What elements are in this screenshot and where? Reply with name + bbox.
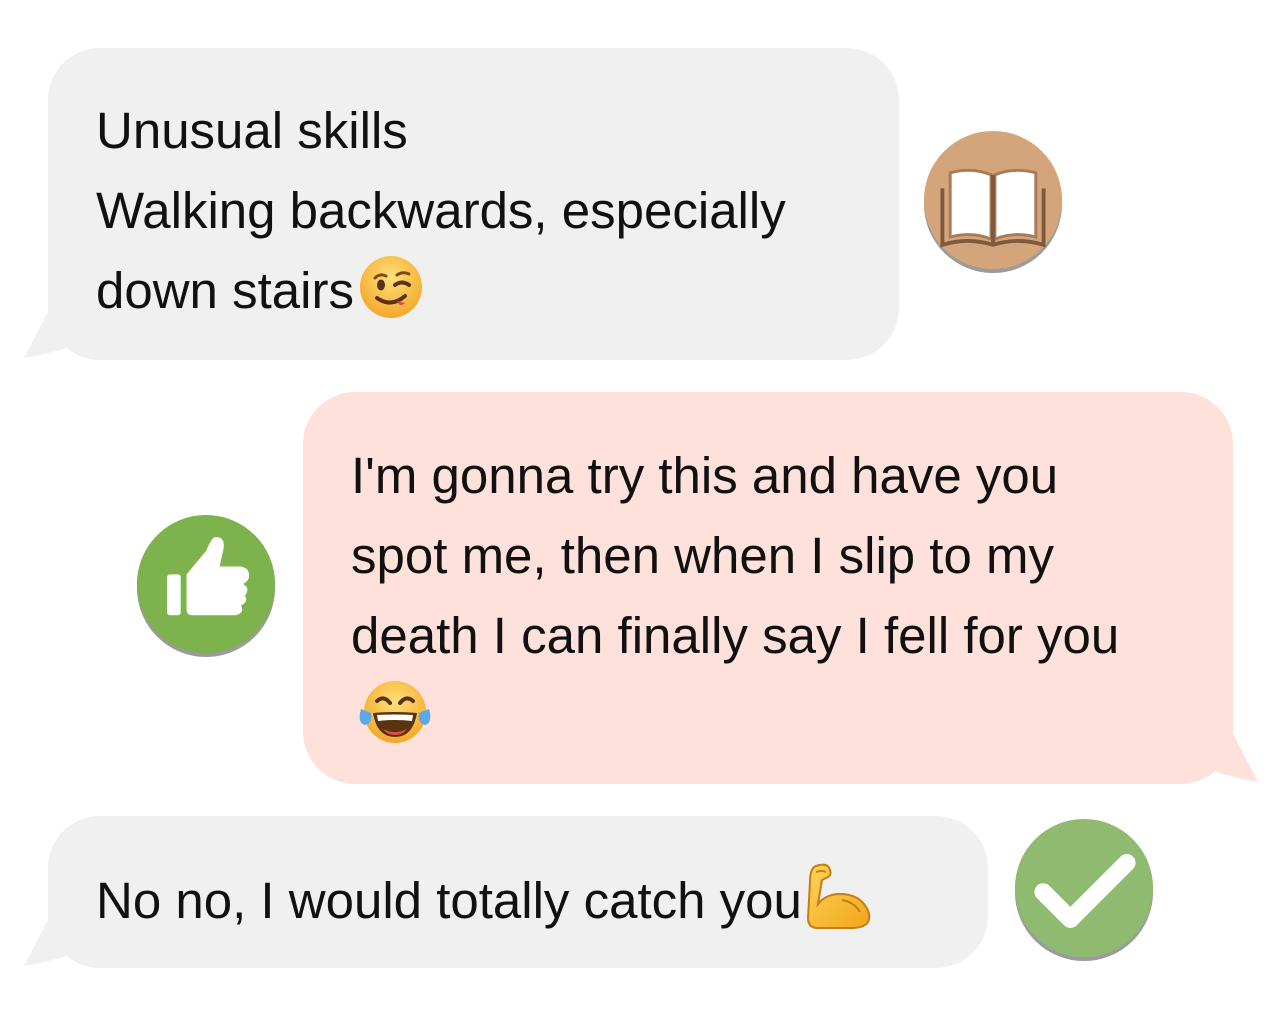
message-text-line: down stairs: [96, 251, 899, 331]
message-bubble-incoming[interactable]: Unusual skills Walking backwards, especi…: [48, 48, 899, 360]
winking-face-emoji-icon: [359, 256, 422, 318]
message-text-line: Unusual skills: [96, 102, 408, 159]
message-bubble-incoming[interactable]: No no, I would totally catch you: [48, 816, 988, 968]
thumbs-up-icon: [136, 514, 276, 658]
open-book-icon: [923, 130, 1063, 274]
message-text-line: [351, 676, 1233, 756]
message-text-line: spot me, then when I slip to my: [351, 527, 1054, 584]
message-text-line: I'm gonna try this and have you: [351, 447, 1059, 504]
message-bubble-outgoing[interactable]: I'm gonna try this and have you spot me,…: [303, 392, 1233, 784]
message-text-line: No no, I would totally catch you: [96, 860, 988, 941]
message-text-line: Walking backwards, especially: [96, 182, 786, 239]
flexed-biceps-emoji-icon: [806, 863, 871, 929]
face-with-tears-of-joy-emoji-icon: [359, 681, 431, 743]
message-text-line: death I can finally say I fell for you: [351, 607, 1120, 664]
checkmark-icon: [1014, 818, 1154, 962]
